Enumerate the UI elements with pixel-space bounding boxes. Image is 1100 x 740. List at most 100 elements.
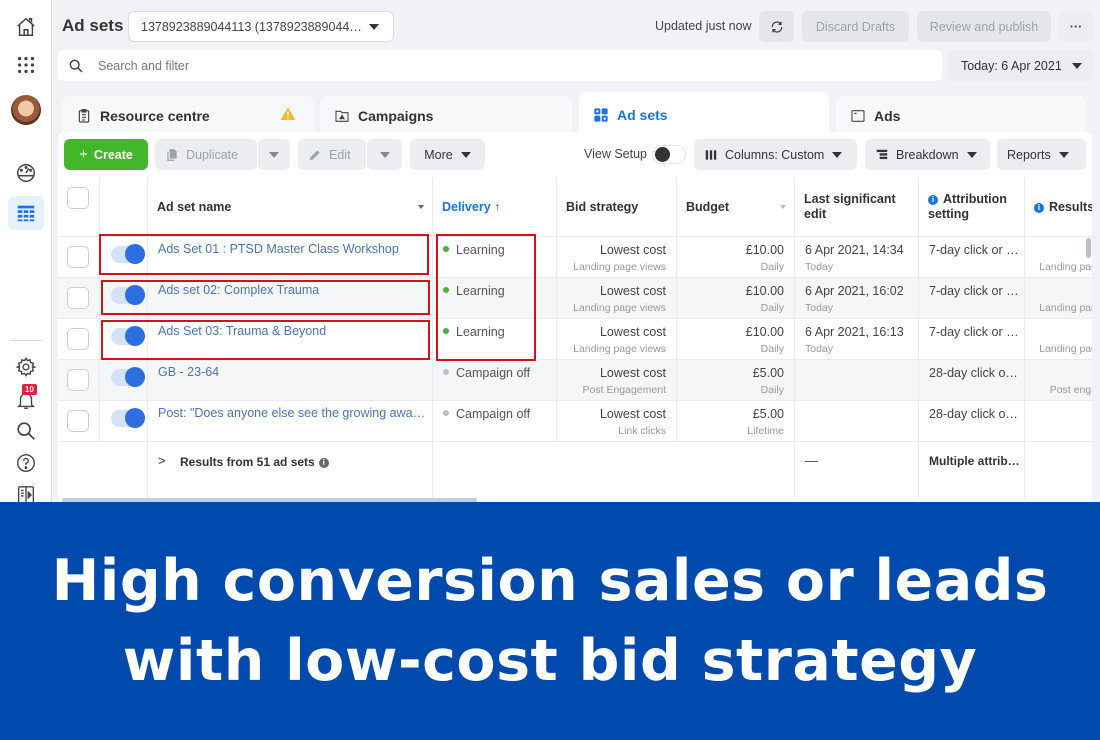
row-checkbox[interactable] — [67, 287, 89, 309]
duplicate-dropdown-button[interactable] — [258, 139, 290, 170]
columns-button[interactable]: Columns: Custom — [694, 139, 857, 170]
duplicate-button[interactable]: Duplicate — [155, 139, 257, 170]
table-row[interactable]: Ads Set 01 : PTSD Master Class Workshop … — [58, 237, 1092, 278]
tab-resource-centre[interactable]: Resource centre — [62, 96, 314, 136]
home-icon[interactable] — [11, 12, 41, 42]
folder-icon — [335, 110, 349, 122]
budget-type: Lifetime — [747, 425, 784, 437]
column-header-last-edit[interactable]: Last significant edit — [795, 178, 919, 236]
summary-name-cell[interactable]: > Results from 51 ad sets i — [148, 442, 433, 498]
help-icon[interactable] — [11, 448, 41, 478]
table-row[interactable]: Ads set 02: Complex Trauma Learning Lowe… — [58, 278, 1092, 319]
tab-label: Ads — [874, 108, 901, 124]
info-icon: i — [928, 195, 938, 205]
search-bar[interactable] — [58, 50, 942, 81]
dashboard-gauge-icon[interactable] — [11, 158, 41, 188]
ad-set-name-link[interactable]: Ads Set 03: Trauma & Beyond — [158, 324, 326, 338]
left-nav-rail: 10 — [0, 0, 52, 504]
column-header-attribution[interactable]: i Attribution setting — [919, 178, 1025, 236]
more-button[interactable]: More — [410, 139, 485, 170]
results-type: Landing page views — [1039, 302, 1092, 314]
tab-ads[interactable]: Ads — [836, 96, 1086, 136]
date-range-picker[interactable]: Today: 6 Apr 2021 — [948, 50, 1094, 81]
bid-strategy: Lowest cost — [599, 407, 666, 421]
table-icon[interactable] — [8, 196, 44, 230]
ad-set-name-link[interactable]: Ads set 02: Complex Trauma — [158, 283, 319, 297]
tab-campaigns[interactable]: Campaigns — [320, 96, 572, 136]
chevron-down-icon — [269, 151, 279, 158]
ad-set-status-toggle[interactable] — [111, 244, 145, 264]
updated-status: Updated just now — [655, 19, 752, 33]
column-header-bid-strategy[interactable]: Bid strategy — [557, 178, 677, 236]
edit-button[interactable]: Edit — [298, 139, 366, 170]
info-icon[interactable]: i — [318, 458, 329, 468]
settings-gear-icon[interactable] — [11, 352, 41, 382]
column-label: Results — [1049, 200, 1092, 214]
ad-window-icon — [851, 110, 865, 122]
ad-set-name-link[interactable]: Post: "Does anyone else see the growing … — [158, 406, 425, 420]
table-row[interactable]: Post: "Does anyone else see the growing … — [58, 401, 1092, 442]
budget-cell: £10.00 Daily — [677, 278, 795, 318]
table-row[interactable]: GB - 23-64 Campaign off Lowest cost Post … — [58, 360, 1092, 401]
attribution-cell: 28-day click o… — [919, 401, 1025, 441]
row-checkbox[interactable] — [67, 369, 89, 391]
more-options-button[interactable]: ··· — [1059, 11, 1093, 42]
budget-type: Daily — [760, 261, 784, 273]
bid-strategy: Lowest cost — [599, 366, 666, 380]
delivery-cell: Learning — [433, 278, 557, 318]
chevron-down-icon — [369, 24, 379, 30]
account-select[interactable]: 1378923889044113 (1378923889044… — [128, 11, 394, 42]
edit-dropdown-button[interactable] — [367, 139, 402, 170]
reports-button[interactable]: Reports — [997, 139, 1086, 170]
table-row[interactable]: Ads Set 03: Trauma & Beyond Learning Low… — [58, 319, 1092, 360]
delivery-status: Learning — [456, 243, 505, 257]
budget-amount: £5.00 — [752, 407, 784, 421]
column-header-delivery[interactable]: Delivery ↑ — [433, 178, 557, 236]
last-edit-time: 6 Apr 2021, 16:02 — [805, 284, 904, 298]
page-title: Ad sets — [62, 16, 124, 35]
avatar[interactable] — [11, 95, 41, 125]
summary-row: > Results from 51 ad sets i — Multiple at… — [58, 442, 1092, 498]
column-header-results[interactable]: i Results — [1025, 178, 1092, 236]
breakdown-button[interactable]: Breakdown — [865, 139, 990, 170]
ad-set-status-toggle[interactable] — [111, 285, 145, 305]
delivery-cell: Campaign off — [433, 360, 557, 400]
summary-attribution-cell: Multiple attrib… — [919, 442, 1025, 498]
row-checkbox[interactable] — [67, 410, 89, 432]
ad-set-status-toggle[interactable] — [111, 367, 145, 387]
ad-set-name-link[interactable]: GB - 23-64 — [158, 365, 219, 379]
status-dot-icon — [443, 410, 449, 416]
ad-set-status-toggle[interactable] — [111, 408, 145, 428]
select-all-checkbox[interactable] — [67, 187, 89, 209]
more-label: More — [424, 147, 453, 162]
sort-caret-icon — [780, 205, 786, 209]
review-and-publish-button[interactable]: Review and publish — [917, 11, 1051, 42]
refresh-button[interactable] — [759, 11, 794, 42]
column-header-budget[interactable]: Budget — [677, 178, 795, 236]
columns-icon — [705, 149, 717, 160]
bid-strategy-goal: Landing page views — [573, 302, 666, 314]
ad-set-name-link[interactable]: Ads Set 01 : PTSD Master Class Workshop — [158, 242, 399, 256]
row-checkbox[interactable] — [67, 246, 89, 268]
bid-strategy-goal: Post Engagement — [582, 384, 666, 396]
vertical-scrollbar[interactable] — [1086, 238, 1091, 258]
create-button[interactable]: + Create — [64, 139, 148, 170]
discard-drafts-button[interactable]: Discard Drafts — [802, 11, 909, 42]
attribution-cell: 28-day click o… — [919, 360, 1025, 400]
banner-headline-line-1: High conversion sales or leads — [51, 548, 1049, 614]
search-icon[interactable] — [11, 416, 41, 446]
search-input[interactable] — [98, 58, 798, 73]
column-header-name[interactable]: Ad set name — [148, 178, 433, 236]
last-edit-cell: 6 Apr 2021, 16:02 Today — [795, 278, 919, 318]
summary-spacer — [100, 442, 148, 498]
ad-set-status-toggle[interactable] — [111, 326, 145, 346]
last-edit-cell — [795, 360, 919, 400]
chevron-down-icon — [1072, 63, 1082, 69]
banner-headline-line-2: with low-cost bid strategy — [122, 628, 978, 694]
row-checkbox[interactable] — [67, 328, 89, 350]
tab-label: Ad sets — [617, 107, 668, 123]
view-setup-toggle[interactable] — [652, 145, 686, 164]
edit-label: Edit — [329, 147, 351, 162]
expand-chevron-icon[interactable]: > — [158, 453, 166, 468]
apps-grid-icon[interactable] — [11, 50, 41, 80]
